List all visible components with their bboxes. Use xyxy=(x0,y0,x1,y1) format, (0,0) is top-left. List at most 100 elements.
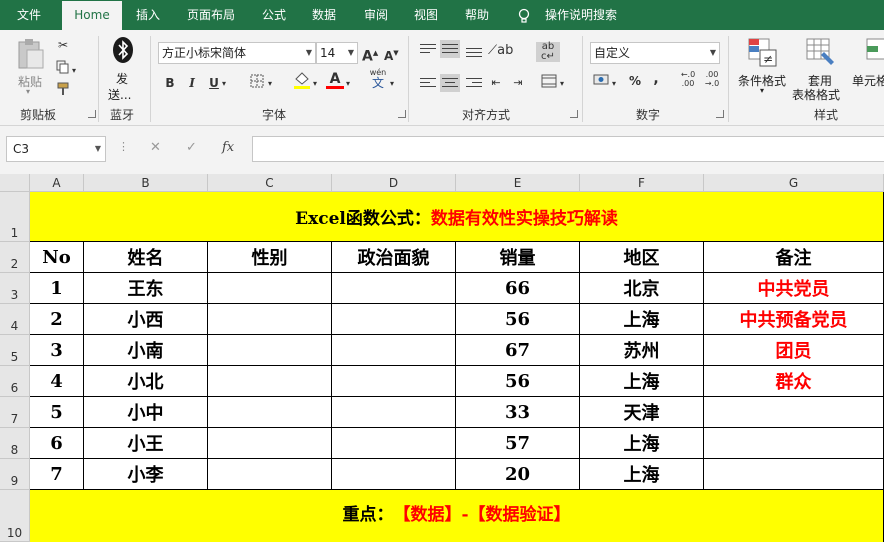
cell-sales[interactable]: 33 xyxy=(456,397,580,428)
phonetic-guide-icon[interactable]: wén 文 xyxy=(368,68,388,90)
increase-font-icon[interactable]: A▲ xyxy=(362,44,378,66)
cell-remark[interactable]: 团员 xyxy=(704,335,884,366)
row-header-1[interactable]: 1 xyxy=(0,192,30,242)
percent-style-button[interactable]: % xyxy=(626,72,644,90)
paste-button[interactable]: 粘贴 ▾ xyxy=(12,36,50,96)
cell-name[interactable]: 小西 xyxy=(84,304,208,335)
header-cell-remark[interactable]: 备注 xyxy=(704,242,884,273)
cell-no[interactable]: 3 xyxy=(30,335,84,366)
cell-remark[interactable]: 中共党员 xyxy=(704,273,884,304)
row-header-5[interactable]: 5 xyxy=(0,335,30,366)
cell-gender[interactable] xyxy=(208,335,332,366)
cell-no[interactable]: 2 xyxy=(30,304,84,335)
cut-icon[interactable]: ✂ xyxy=(54,36,72,54)
cell-remark[interactable] xyxy=(704,397,884,428)
column-header-a[interactable]: A xyxy=(30,174,84,192)
cell-remark[interactable] xyxy=(704,428,884,459)
row-header-8[interactable]: 8 xyxy=(0,428,30,459)
clipboard-launcher-icon[interactable] xyxy=(88,110,96,118)
align-left-icon[interactable] xyxy=(420,78,436,90)
footer-cell[interactable]: 重点： 【数据】-【数据验证】 xyxy=(30,490,884,542)
column-header-c[interactable]: C xyxy=(208,174,332,192)
bold-button[interactable]: B xyxy=(162,74,178,92)
cell-gender[interactable] xyxy=(208,366,332,397)
cell-region[interactable]: 苏州 xyxy=(580,335,704,366)
font-name-dropdown[interactable]: 方正小标宋简体 ▼ xyxy=(158,42,316,64)
cell-name[interactable]: 小北 xyxy=(84,366,208,397)
formula-input[interactable] xyxy=(252,136,884,162)
cell-sales[interactable]: 20 xyxy=(456,459,580,490)
title-cell[interactable]: Excel函数公式： 数据有效性实操技巧解读 xyxy=(30,192,884,242)
alignment-launcher-icon[interactable] xyxy=(570,110,578,118)
name-box[interactable]: C3 ▼ xyxy=(6,136,106,162)
row-header-4[interactable]: 4 xyxy=(0,304,30,335)
tab-help[interactable]: 帮助 xyxy=(465,0,489,30)
cell-styles-button[interactable]: 单元格 xyxy=(850,36,884,102)
cell-no[interactable]: 5 xyxy=(30,397,84,428)
cancel-icon[interactable]: ✕ xyxy=(150,140,161,155)
more-options-icon[interactable]: ⋮ xyxy=(118,140,129,153)
column-header-f[interactable]: F xyxy=(580,174,704,192)
font-color-dropdown-icon[interactable]: ▾ xyxy=(346,75,350,93)
send-bluetooth-button[interactable]: 发 送... xyxy=(104,36,142,102)
accounting-format-icon[interactable] xyxy=(592,72,612,93)
increase-indent-icon[interactable]: ⇥ xyxy=(510,74,526,92)
conditional-formatting-button[interactable]: ≠ 条件格式 ▾ xyxy=(736,36,790,102)
cell-region[interactable]: 北京 xyxy=(580,273,704,304)
accounting-dropdown-icon[interactable]: ▾ xyxy=(612,75,616,93)
row-header-6[interactable]: 6 xyxy=(0,366,30,397)
cell-name[interactable]: 王东 xyxy=(84,273,208,304)
header-cell-region[interactable]: 地区 xyxy=(580,242,704,273)
font-launcher-icon[interactable] xyxy=(398,110,406,118)
cell-no[interactable]: 7 xyxy=(30,459,84,490)
fill-color-dropdown-icon[interactable]: ▾ xyxy=(313,75,317,93)
cell-name[interactable]: 小王 xyxy=(84,428,208,459)
tab-home[interactable]: Home xyxy=(62,1,122,31)
cell-name[interactable]: 小中 xyxy=(84,397,208,428)
cell-gender[interactable] xyxy=(208,459,332,490)
cell-political-status[interactable] xyxy=(332,459,456,490)
cell-region[interactable]: 上海 xyxy=(580,428,704,459)
tab-data[interactable]: 数据 xyxy=(312,0,336,30)
format-as-table-button[interactable]: 套用 表格格式 xyxy=(790,36,850,102)
copy-dropdown-icon[interactable]: ▾ xyxy=(72,62,76,80)
cell-name[interactable]: 小南 xyxy=(84,335,208,366)
number-launcher-icon[interactable] xyxy=(716,110,724,118)
font-size-dropdown[interactable]: 14 ▼ xyxy=(316,42,358,64)
header-cell-political-status[interactable]: 政治面貌 xyxy=(332,242,456,273)
font-color-icon[interactable]: A xyxy=(326,70,344,89)
align-bottom-icon[interactable] xyxy=(466,44,482,60)
cell-political-status[interactable] xyxy=(332,397,456,428)
align-right-icon[interactable] xyxy=(466,78,482,90)
cell-remark[interactable] xyxy=(704,459,884,490)
format-painter-icon[interactable] xyxy=(54,82,72,101)
italic-button[interactable]: I xyxy=(184,74,200,92)
cell-name[interactable]: 小李 xyxy=(84,459,208,490)
tab-page-layout[interactable]: 页面布局 xyxy=(187,0,235,30)
merge-dropdown-icon[interactable]: ▾ xyxy=(560,75,564,93)
decrease-decimal-icon[interactable]: .00 →.0 xyxy=(702,70,722,88)
cell-gender[interactable] xyxy=(208,273,332,304)
cell-region[interactable]: 上海 xyxy=(580,459,704,490)
tab-insert[interactable]: 插入 xyxy=(136,0,160,30)
cell-gender[interactable] xyxy=(208,428,332,459)
row-header-3[interactable]: 3 xyxy=(0,273,30,304)
align-center-button[interactable] xyxy=(440,74,460,92)
orientation-icon[interactable]: ⟋ab xyxy=(488,42,513,60)
cell-sales[interactable]: 56 xyxy=(456,366,580,397)
fill-color-icon[interactable] xyxy=(292,70,312,95)
tell-me-search[interactable]: 操作说明搜索 xyxy=(545,0,617,30)
select-all-corner[interactable] xyxy=(0,174,30,192)
row-header-7[interactable]: 7 xyxy=(0,397,30,428)
column-header-e[interactable]: E xyxy=(456,174,580,192)
insert-function-icon[interactable]: fx xyxy=(222,140,234,155)
phonetic-dropdown-icon[interactable]: ▾ xyxy=(390,75,394,93)
column-header-d[interactable]: D xyxy=(332,174,456,192)
header-cell-gender[interactable]: 性别 xyxy=(208,242,332,273)
header-cell-no[interactable]: No xyxy=(30,242,84,273)
copy-icon[interactable] xyxy=(54,60,72,79)
cell-gender[interactable] xyxy=(208,397,332,428)
cell-political-status[interactable] xyxy=(332,335,456,366)
increase-decimal-icon[interactable]: ←.0.00 xyxy=(678,70,698,88)
cell-sales[interactable]: 66 xyxy=(456,273,580,304)
